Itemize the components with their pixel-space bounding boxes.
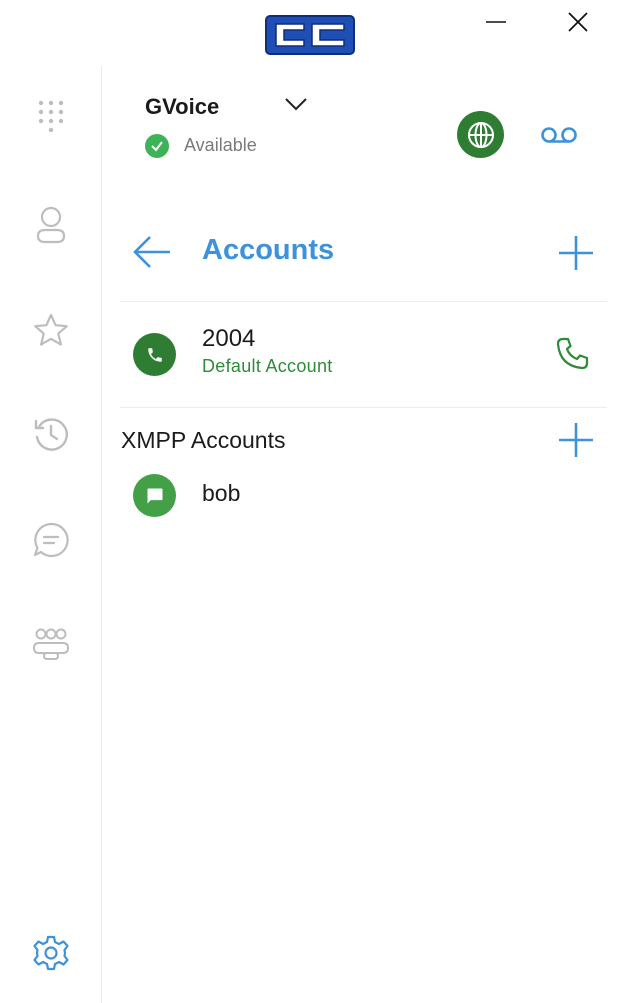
divider — [120, 407, 607, 408]
xmpp-account-avatar — [133, 474, 176, 517]
title-bar — [0, 0, 623, 66]
history-icon — [34, 418, 68, 451]
sidebar-item-dialpad[interactable] — [30, 97, 72, 139]
globe-icon — [467, 121, 494, 148]
divider — [120, 301, 607, 302]
dialpad-icon — [38, 100, 64, 133]
voicemail-icon — [541, 127, 577, 143]
sidebar-item-chat[interactable] — [30, 519, 72, 561]
minimize-button[interactable] — [482, 8, 510, 36]
message-icon — [147, 488, 162, 503]
xmpp-account-name[interactable]: bob — [202, 480, 240, 507]
globe-button[interactable] — [457, 111, 504, 158]
group-icon — [32, 628, 70, 660]
chat-icon — [33, 522, 69, 558]
status-indicator — [145, 134, 169, 158]
sidebar-item-contacts[interactable] — [30, 204, 72, 246]
app-logo — [265, 15, 355, 55]
add-account-button[interactable] — [556, 233, 596, 273]
sidebar-item-groups[interactable] — [30, 623, 72, 665]
account-subtitle: Default Account — [202, 356, 333, 376]
account-avatar — [133, 333, 176, 376]
profile-name[interactable]: GVoice — [145, 94, 219, 120]
page-title: Accounts — [202, 234, 335, 266]
sidebar — [0, 66, 102, 1003]
gear-icon — [33, 935, 69, 971]
voicemail-button[interactable] — [538, 120, 580, 150]
person-icon — [36, 206, 66, 244]
account-name[interactable]: 2004 — [202, 325, 255, 353]
sidebar-item-favorites[interactable] — [30, 309, 72, 351]
call-button[interactable] — [552, 334, 592, 374]
close-button[interactable] — [564, 8, 592, 36]
back-arrow-icon[interactable] — [130, 232, 174, 272]
sidebar-item-settings[interactable] — [30, 932, 72, 974]
chevron-down-icon[interactable] — [283, 94, 309, 114]
star-icon — [34, 313, 68, 346]
sidebar-item-history[interactable] — [30, 413, 72, 455]
phone-icon — [147, 347, 162, 362]
section-title: XMPP Accounts — [121, 427, 286, 453]
check-icon — [151, 141, 163, 152]
status-text: Available — [184, 135, 257, 155]
add-xmpp-account-button[interactable] — [556, 420, 596, 460]
